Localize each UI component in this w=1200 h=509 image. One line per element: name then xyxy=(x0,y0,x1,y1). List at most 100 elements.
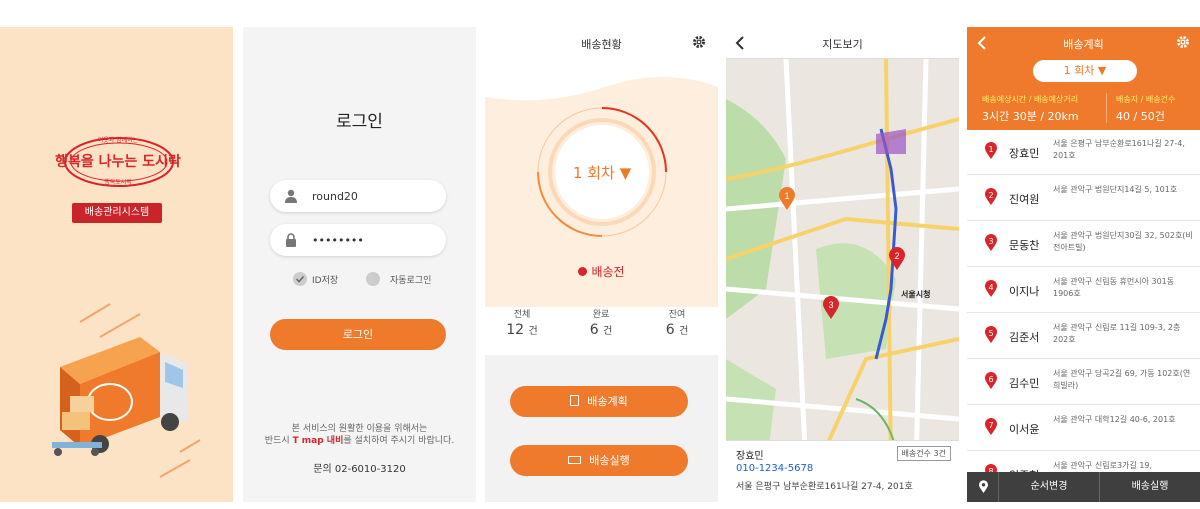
reorder-button[interactable]: 순서변경 xyxy=(999,472,1099,502)
stat-total-value: 12 건 xyxy=(497,322,547,338)
time-distance-label: 배송예상시간 / 배송예상거리 xyxy=(982,95,1079,104)
map-header: 지도보기 xyxy=(726,27,959,59)
map-marker-1[interactable]: 1 xyxy=(778,187,796,211)
id-field[interactable]: round20 xyxy=(270,180,446,212)
save-id-checkbox[interactable]: ID저장 xyxy=(293,272,338,286)
stat-done-number: 6 xyxy=(589,322,599,338)
page-title: 로그인 xyxy=(336,112,383,132)
stat-done-value: 6 건 xyxy=(576,322,626,338)
stops-count-label: 배송지 / 배송건수 xyxy=(1116,95,1176,104)
map-screen: 지도보기 1 2 3 서울시청 장효민 배송건수 3건 010-1234-567… xyxy=(726,27,959,502)
stop-number: 1 xyxy=(988,145,994,154)
stop-number: 2 xyxy=(988,191,994,200)
splash-screen: 이웃과 함께하는 행복을 나누는 도시락 행복도시락 배송관리시스템 xyxy=(0,27,233,502)
bottom-action-bar: 순서변경 배송실행 xyxy=(967,472,1200,502)
gear-icon[interactable] xyxy=(1176,35,1190,49)
stat-total-label: 전체 xyxy=(513,310,531,320)
time-distance-value: 3시간 30분 / 20km xyxy=(982,110,1079,123)
password-field-value: •••••••• xyxy=(312,233,364,247)
map-view[interactable]: 1 2 3 서울시청 xyxy=(726,59,959,469)
list-item[interactable]: 4 이지나 서울 관악구 신림동 휴먼시아 301동 1906호 xyxy=(967,268,1200,313)
map-marker-1-label: 1 xyxy=(784,191,789,201)
recipient-name: 김수민 xyxy=(1009,377,1040,390)
clipboard-icon xyxy=(570,395,580,406)
recipient-name: 진여원 xyxy=(1009,193,1040,206)
delivery-count-badge: 배송건수 3건 xyxy=(896,446,951,461)
delivery-state: 배송전 xyxy=(485,263,718,280)
save-id-label: ID저장 xyxy=(312,275,339,286)
notice-line-2-pre: 반드시 xyxy=(264,436,293,446)
recipient-address: 서울 관악구 법원단지30길 32, 502호(비전아트빌) xyxy=(1053,231,1193,252)
recipient-address: 서울 관악구 당곡2길 69, 가동 102호(연희빌라) xyxy=(1053,369,1191,390)
logo-title: 행복을 나누는 도시락 xyxy=(55,154,181,170)
recipient-phone[interactable]: 010-1234-5678 xyxy=(736,463,813,474)
round-selector[interactable]: 1 회차 ▼ xyxy=(532,162,672,183)
map-marker-3[interactable]: 3 xyxy=(822,296,840,320)
system-badge: 배송관리시스템 xyxy=(72,203,162,223)
contact-info: 문의 02-6010-3120 xyxy=(313,464,406,475)
stop-number: 6 xyxy=(988,375,994,384)
recipient-address: 서울 관악구 법원단지14길 5, 101호 xyxy=(1053,185,1178,194)
recipient-address: 서울 은평구 남부순환로161나길 27-4, 201호 xyxy=(736,482,913,492)
radio-icon xyxy=(366,272,380,286)
map-canvas xyxy=(726,59,959,469)
action-panel xyxy=(485,355,718,502)
stat-remaining-value: 6 건 xyxy=(652,322,702,338)
stop-number: 3 xyxy=(988,237,994,246)
stat-done-unit: 건 xyxy=(603,326,613,337)
notice-line-1: 본 서비스의 원활한 이용을 위해서는 xyxy=(291,424,428,434)
truck-icon xyxy=(568,456,582,464)
delivery-state-label: 배송전 xyxy=(591,265,625,279)
stat-remaining-unit: 건 xyxy=(679,326,689,337)
stop-number: 5 xyxy=(988,329,994,338)
tmap-highlight: T map 내비 xyxy=(292,436,344,446)
page-title: 배송현황 xyxy=(581,38,622,51)
recipient-address: 서울 관악구 신림동 휴먼시아 301동 1906호 xyxy=(1053,277,1175,298)
logo-tagline-bottom: 행복도시락 xyxy=(104,179,132,186)
run-button[interactable]: 배송실행 xyxy=(1100,472,1200,502)
recipient-address: 서울 관악구 신림로 11길 109-3, 2층 202호 xyxy=(1053,323,1181,344)
stop-number: 4 xyxy=(988,283,994,292)
map-marker-3-label: 3 xyxy=(828,300,833,310)
notice-text: 본 서비스의 원활한 이용을 위해서는 반드시 T map 내비를 설치하여 주… xyxy=(243,423,476,447)
password-field[interactable]: •••••••• xyxy=(270,224,446,256)
page-title: 지도보기 xyxy=(822,38,863,51)
plan-button[interactable]: 배송계획 xyxy=(510,386,688,417)
list-item[interactable]: 6 김수민 서울 관악구 당곡2길 69, 가동 102호(연희빌라) xyxy=(967,360,1200,405)
logo-tagline-top: 이웃과 함께하는 xyxy=(97,137,139,144)
notice-line-2: 반드시 T map 내비를 설치하여 주시기 바랍니다. xyxy=(243,435,476,447)
header-divider xyxy=(1106,93,1107,123)
recipient-name: 문동찬 xyxy=(1009,239,1040,252)
stat-remaining-number: 6 xyxy=(665,322,675,338)
run-button-label: 배송실행 xyxy=(589,454,630,467)
list-item[interactable]: 1 장효민 서울 은평구 남부순환로161나길 27-4, 201호 xyxy=(967,130,1200,175)
list-item[interactable]: 2 진여원 서울 관악구 법원단지14길 5, 101호 xyxy=(967,176,1200,221)
stat-total-unit: 건 xyxy=(528,326,538,337)
recipient-name: 이서윤 xyxy=(1009,423,1040,436)
recipient-address: 서울 관악구 대학12길 40-6, 201호 xyxy=(1053,415,1176,424)
recipient-name: 이지나 xyxy=(1009,285,1040,298)
gear-icon[interactable] xyxy=(692,35,706,49)
stat-total-number: 12 xyxy=(506,322,525,338)
plan-header: 배송계획 1 회차 ▼ 배송예상시간 / 배송예상거리 3시간 30분 / 20… xyxy=(967,27,1200,130)
list-item[interactable]: 7 이서윤 서울 관악구 대학12길 40-6, 201호 xyxy=(967,406,1200,451)
status-dot-icon xyxy=(578,267,588,276)
auto-login-checkbox[interactable]: 자동로그인 xyxy=(366,272,431,286)
login-screen: 로그인 round20 •••••••• ID저장 자동로그인 로그인 본 서비… xyxy=(243,27,476,502)
list-item[interactable]: 3 문동찬 서울 관악구 법원단지30길 32, 502호(비전아트빌) xyxy=(967,222,1200,267)
round-selector[interactable]: 1 회차 ▼ xyxy=(1033,60,1137,82)
run-button[interactable]: 배송실행 xyxy=(510,445,688,476)
id-field-value: round20 xyxy=(312,189,358,203)
login-button[interactable]: 로그인 xyxy=(270,319,446,350)
map-place-label: 서울시청 xyxy=(901,290,931,299)
location-pin-icon[interactable] xyxy=(978,480,989,494)
recipient-card: 장효민 배송건수 3건 010-1234-5678 서울 은평구 남부순환로16… xyxy=(726,440,959,502)
delivery-plan-screen: 배송계획 1 회차 ▼ 배송예상시간 / 배송예상거리 3시간 30분 / 20… xyxy=(967,27,1200,502)
stat-remaining-label: 잔여 xyxy=(668,310,686,320)
delivery-status-screen: 배송현황 1 회차 ▼ 배송전 전체 12 건 완료 6 건 잔여 6 건 배송… xyxy=(485,27,718,502)
map-marker-2-label: 2 xyxy=(894,251,899,261)
map-marker-2[interactable]: 2 xyxy=(888,247,906,271)
stops-count-value: 40 / 50건 xyxy=(1116,110,1165,123)
recipient-address: 서울 관악구 신림로3가길 19, xyxy=(1053,461,1153,470)
list-item[interactable]: 5 김준서 서울 관악구 신림로 11길 109-3, 2층 202호 xyxy=(967,314,1200,359)
